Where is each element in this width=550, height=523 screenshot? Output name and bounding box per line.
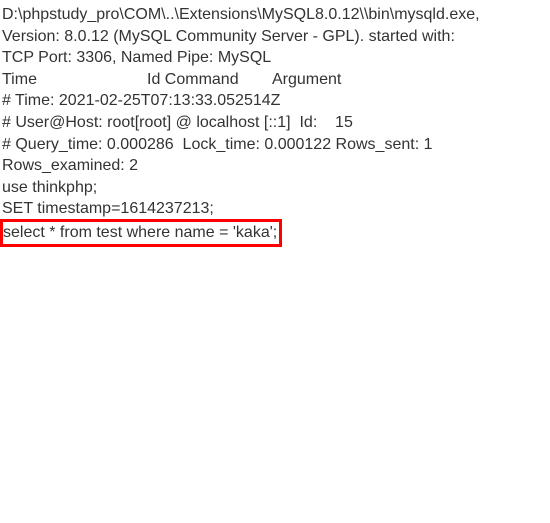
- log-line-rows: Rows_examined: 2: [2, 155, 548, 177]
- log-header-time: Time: [2, 69, 147, 91]
- log-line-version: Version: 8.0.12 (MySQL Community Server …: [2, 26, 548, 48]
- log-header-argument: Argument: [272, 69, 341, 91]
- log-line-querytime: # Query_time: 0.000286 Lock_time: 0.0001…: [2, 134, 548, 156]
- log-line-userhost: # User@Host: root[root] @ localhost [::1…: [2, 112, 548, 134]
- log-line-time: # Time: 2021-02-25T07:13:33.052514Z: [2, 90, 548, 112]
- sql-query: select * from test where name = 'kaka';: [3, 224, 277, 241]
- log-line-tcp: TCP Port: 3306, Named Pipe: MySQL: [2, 47, 548, 69]
- log-header-row: Time Id Command Argument: [2, 69, 548, 91]
- highlight-box: select * from test where name = 'kaka';: [0, 219, 282, 247]
- log-line-timestamp: SET timestamp=1614237213;: [2, 198, 548, 220]
- log-output: D:\phpstudy_pro\COM\..\Extensions\MySQL8…: [2, 4, 548, 247]
- log-header-idcommand: Id Command: [147, 69, 272, 91]
- log-line-path: D:\phpstudy_pro\COM\..\Extensions\MySQL8…: [2, 4, 548, 26]
- log-line-use: use thinkphp;: [2, 177, 548, 199]
- highlighted-query-container: select * from test where name = 'kaka';: [2, 220, 548, 247]
